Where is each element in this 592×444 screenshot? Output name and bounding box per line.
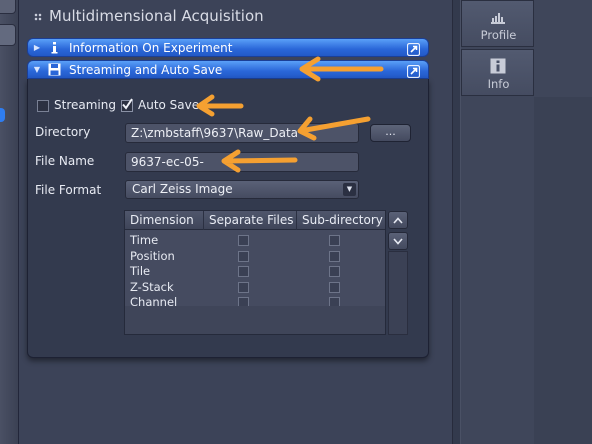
annotation-arrow <box>297 116 371 141</box>
annotation-arrow <box>299 56 384 82</box>
annotation-arrow <box>221 149 298 173</box>
annotation-arrows <box>196 56 384 173</box>
annotation-arrow <box>196 94 244 117</box>
